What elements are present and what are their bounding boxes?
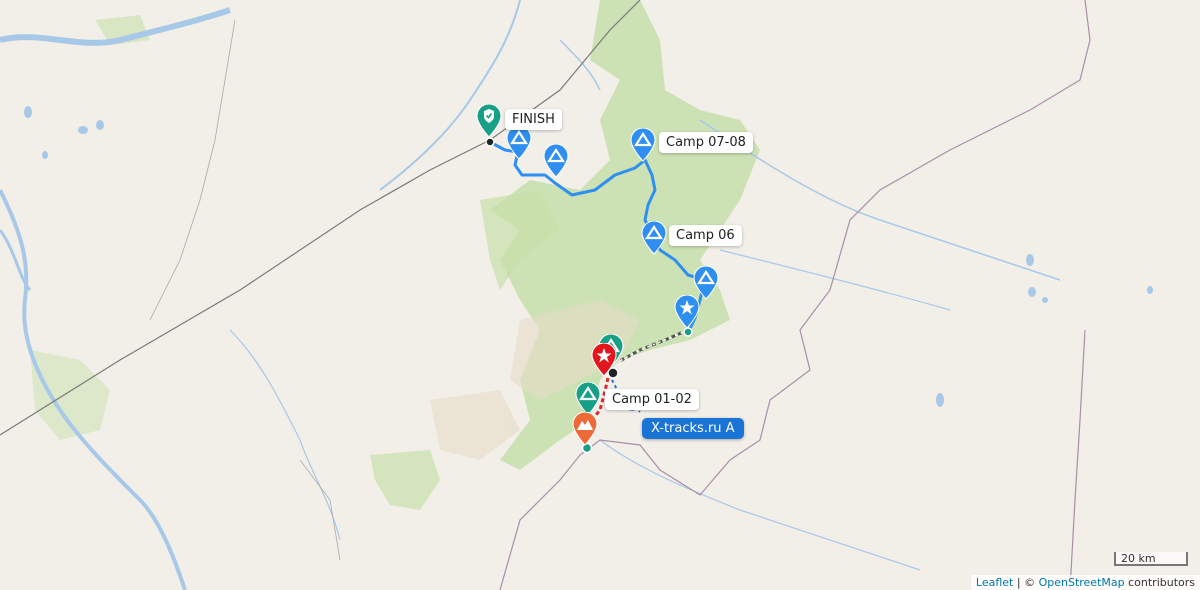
star-marker-icon[interactable] bbox=[674, 295, 700, 329]
camp-01-02-label: Camp 01-02 bbox=[605, 389, 699, 410]
finish-point bbox=[485, 137, 495, 147]
osm-link[interactable]: OpenStreetMap bbox=[1039, 576, 1125, 589]
camp-marker-icon[interactable] bbox=[543, 144, 569, 178]
map-view[interactable]: FINISH Camp 07-08 Camp 06 Camp 01-02 X-t… bbox=[0, 0, 1200, 590]
camp-marker-icon[interactable] bbox=[630, 128, 656, 162]
xtracks-badge[interactable]: X-tracks.ru A bbox=[642, 418, 744, 439]
route-start-point bbox=[683, 327, 693, 337]
mountain-marker-icon[interactable] bbox=[572, 412, 598, 446]
camp-marker-icon[interactable] bbox=[641, 221, 667, 255]
attribution-separator: | © bbox=[1013, 576, 1039, 589]
camp-marker-green-icon[interactable] bbox=[575, 382, 601, 416]
camp-07-08-label: Camp 07-08 bbox=[659, 132, 753, 153]
finish-label: FINISH bbox=[505, 109, 562, 130]
camp-06-label: Camp 06 bbox=[669, 225, 742, 246]
scale-bar: 20 km bbox=[1114, 552, 1188, 566]
leaflet-link[interactable]: Leaflet bbox=[976, 576, 1013, 589]
camp-marker-icon[interactable] bbox=[506, 126, 532, 160]
finish-shield-marker-icon[interactable] bbox=[476, 104, 502, 138]
red-star-marker-icon[interactable] bbox=[591, 343, 617, 377]
attribution: Leaflet | © OpenStreetMap contributors bbox=[970, 575, 1200, 590]
map-base bbox=[0, 0, 1153, 590]
attribution-suffix: contributors bbox=[1124, 576, 1195, 589]
